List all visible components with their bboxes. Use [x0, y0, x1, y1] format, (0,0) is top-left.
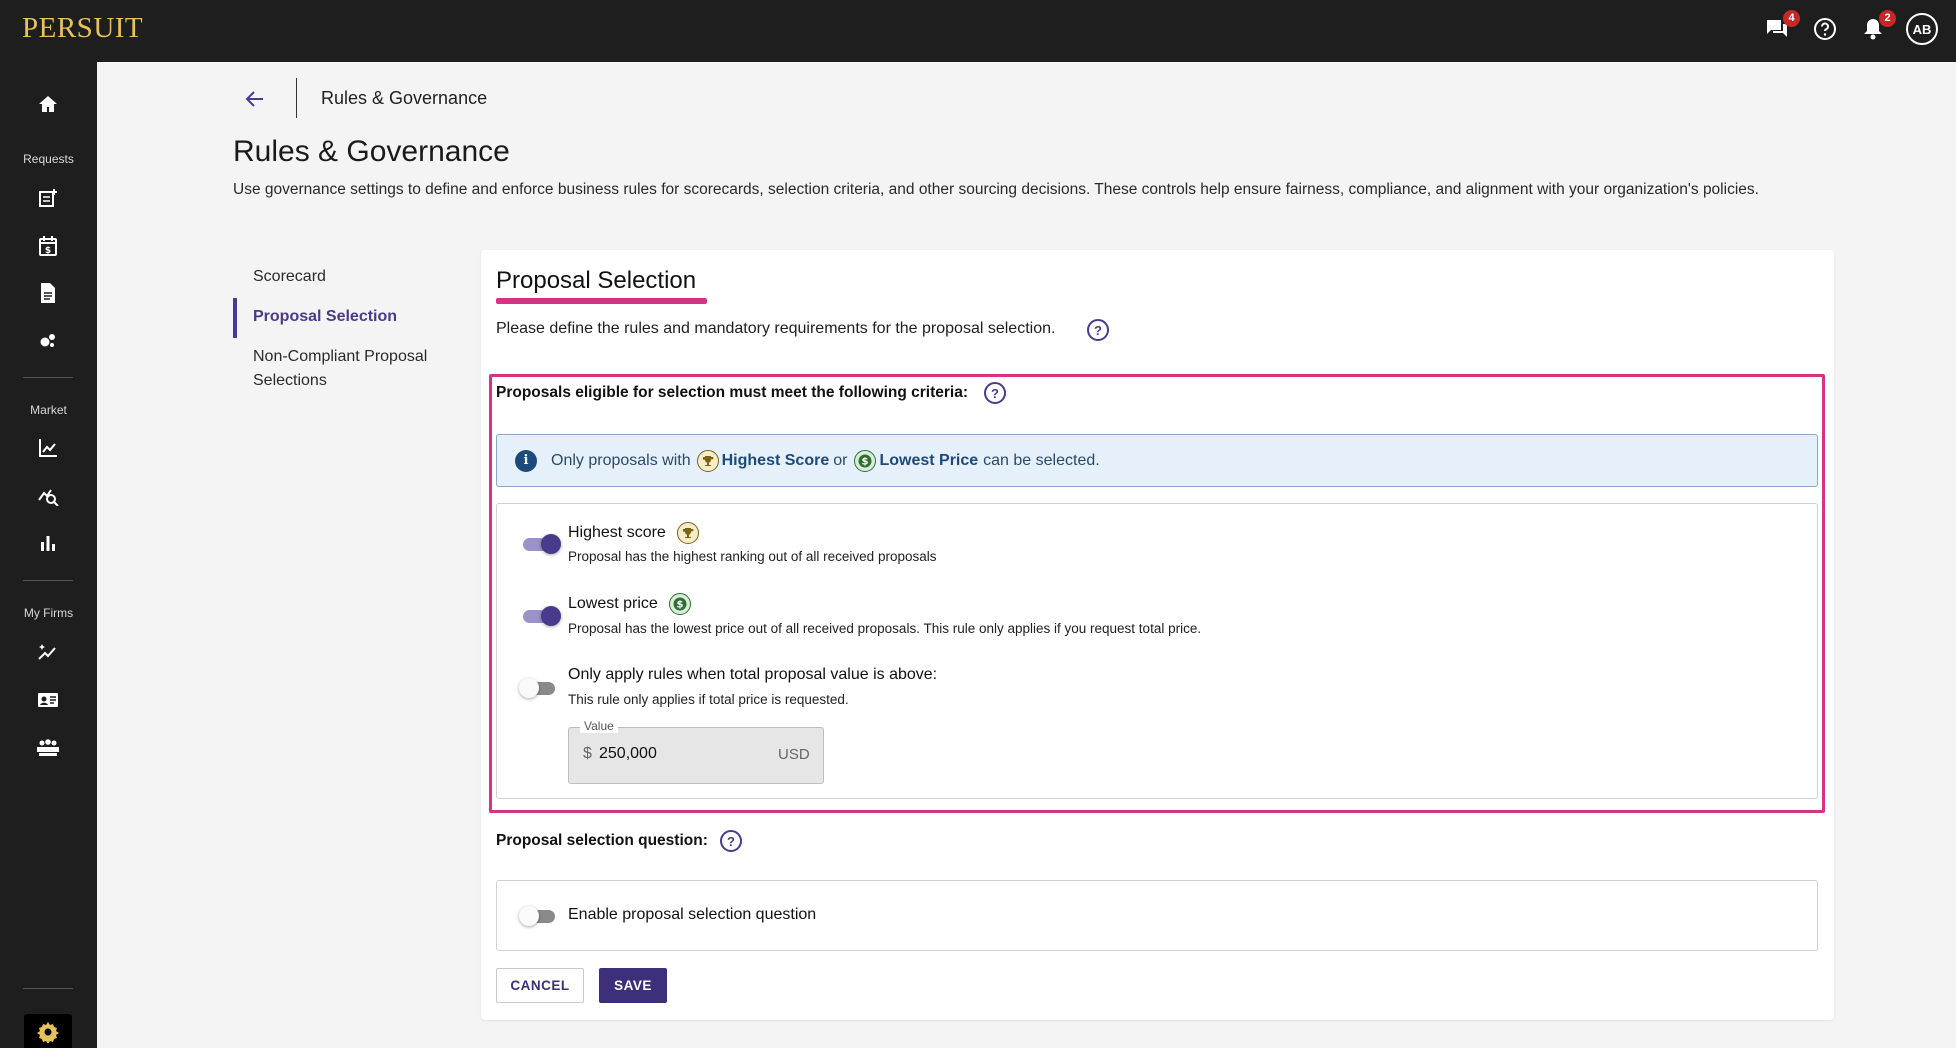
calendar-pricing-icon[interactable]: $ — [28, 228, 68, 264]
svg-text:$: $ — [676, 600, 683, 611]
persuit-logo[interactable]: PERSUIT — [22, 12, 143, 45]
sidebar-divider — [23, 988, 73, 989]
card-title: Proposal Selection — [496, 267, 697, 294]
sidebar-section-requests: Requests — [23, 152, 74, 166]
sparkle-chart-icon[interactable] — [28, 634, 68, 670]
info-icon: i — [515, 449, 537, 472]
messages-badge: 4 — [1783, 10, 1800, 27]
question-label: Proposal selection question: — [496, 832, 708, 849]
lowest-price-toggle[interactable] — [521, 606, 561, 626]
rule-title-text: Lowest price — [568, 595, 658, 612]
info-highest-score: Highest Score — [721, 451, 830, 469]
info-prefix: Only proposals with — [551, 451, 691, 469]
nav-scorecard[interactable]: Scorecard — [253, 265, 326, 289]
document-icon[interactable] — [28, 275, 68, 311]
breadcrumb-divider — [296, 78, 297, 118]
info-banner: i Only proposals with Highest Score or $… — [496, 434, 1818, 487]
chart-line-icon[interactable] — [28, 430, 68, 466]
dollar-icon: $ — [854, 449, 877, 472]
chat-icon[interactable]: 4 — [1762, 10, 1800, 44]
question-toggle[interactable] — [519, 906, 559, 926]
card-title-underline — [496, 298, 707, 304]
info-lowest-price: Lowest Price — [879, 451, 979, 469]
svg-text:$: $ — [862, 456, 869, 467]
info-suffix: can be selected. — [983, 451, 1100, 469]
value-currency-symbol: $ — [583, 745, 592, 762]
sidebar-section-market: Market — [30, 403, 67, 417]
nav-active-indicator — [233, 298, 237, 338]
rule-lowest-price-title: Lowest price $ — [568, 593, 694, 615]
info-or: or — [833, 451, 848, 469]
question-toggle-label: Enable proposal selection question — [568, 906, 817, 923]
settings-icon[interactable] — [24, 1014, 72, 1048]
nav-non-compliant-proposal-selections[interactable]: Non-Compliant Proposal Selections — [253, 345, 463, 393]
rule-highest-score-title: Highest score — [568, 522, 702, 544]
rule-title-text: Highest score — [568, 524, 666, 541]
trophy-icon — [676, 522, 699, 544]
notifications-badge: 2 — [1879, 10, 1896, 27]
breadcrumb: Rules & Governance — [321, 88, 488, 108]
insights-search-icon[interactable] — [28, 477, 68, 513]
value-input[interactable] — [599, 745, 749, 763]
sidebar-divider — [23, 580, 73, 581]
avatar[interactable]: AB — [1906, 13, 1938, 45]
sidebar-section-my-firms: My Firms — [23, 606, 74, 620]
svg-text:$: $ — [45, 246, 51, 256]
value-field-label: Value — [580, 719, 618, 733]
top-icons: 4 2 AB — [1762, 10, 1938, 45]
dollar-icon: $ — [668, 593, 691, 615]
card-subtitle: Please define the rules and mandatory re… — [496, 320, 1056, 337]
bubbles-icon[interactable] — [28, 322, 68, 358]
highest-score-toggle[interactable] — [521, 534, 561, 554]
rule-lowest-price-desc: Proposal has the lowest price out of all… — [568, 621, 1202, 636]
question-help-icon[interactable]: ? — [720, 830, 742, 852]
rule-min-value-desc: This rule only applies if total price is… — [568, 692, 849, 707]
team-icon[interactable] — [28, 730, 68, 766]
min-value-toggle[interactable] — [519, 678, 559, 698]
rule-title-text: Only apply rules when total proposal val… — [568, 666, 938, 683]
sidebar-divider — [23, 377, 73, 378]
rule-highest-score-desc: Proposal has the highest ranking out of … — [568, 549, 937, 564]
new-request-icon[interactable] — [28, 180, 68, 216]
sidebar: Requests $ Market My Firms — [0, 62, 97, 1048]
page-description: Use governance settings to define and en… — [233, 181, 1759, 198]
criteria-help-icon[interactable]: ? — [984, 382, 1006, 404]
bell-icon[interactable]: 2 — [1858, 10, 1896, 44]
cancel-button[interactable]: CANCEL — [496, 968, 584, 1003]
top-bar: PERSUIT 4 2 AB — [0, 0, 1956, 62]
help-icon[interactable] — [1810, 14, 1840, 44]
page-title: Rules & Governance — [233, 135, 510, 168]
back-arrow-icon[interactable] — [240, 84, 270, 114]
firm-card-icon[interactable] — [28, 682, 68, 718]
trophy-icon — [696, 449, 719, 472]
value-unit: USD — [778, 746, 810, 763]
home-icon[interactable] — [28, 86, 68, 122]
criteria-label: Proposals eligible for selection must me… — [496, 384, 968, 401]
save-button[interactable]: SAVE — [599, 968, 667, 1003]
nav-proposal-selection[interactable]: Proposal Selection — [253, 305, 397, 329]
help-icon[interactable]: ? — [1087, 319, 1109, 341]
rule-min-value-title: Only apply rules when total proposal val… — [568, 666, 937, 684]
bar-chart-icon[interactable] — [28, 525, 68, 561]
